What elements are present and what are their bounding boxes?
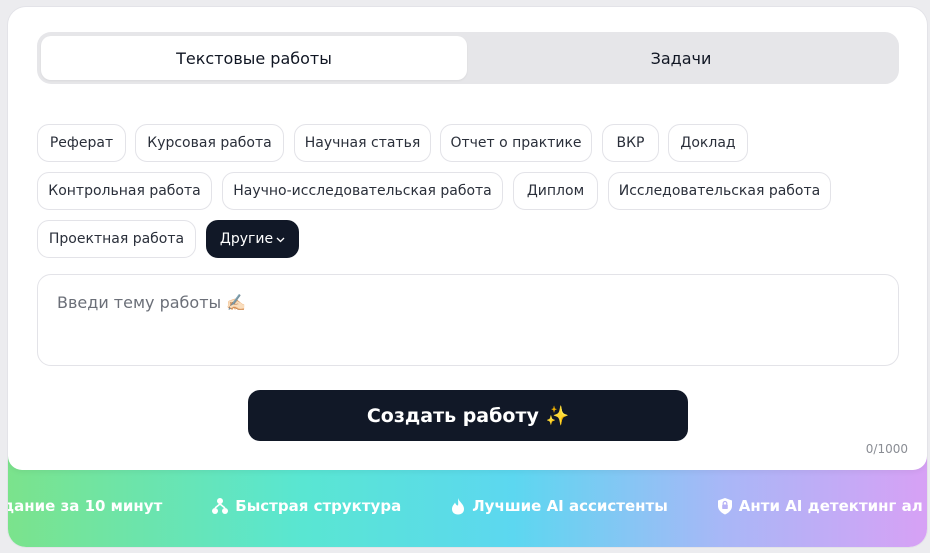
feature-label: Анти AI детектинг ал [738, 497, 923, 515]
feature-ai-assistants: Лучшие AI ассистенты [450, 497, 668, 515]
chevron-down-icon [276, 235, 285, 246]
feature-anti-ai: Анти AI детектинг ал [717, 497, 923, 515]
feature-fast-creation: дание за 10 минут [8, 497, 162, 515]
chip-referat[interactable]: Реферат [37, 124, 126, 162]
structure-icon [211, 497, 229, 515]
chip-coursework[interactable]: Курсовая работа [135, 124, 284, 162]
app-frame: дание за 10 минут Быстрая структура Лучш… [8, 7, 927, 547]
chip-investigative-work[interactable]: Исследовательская работа [608, 172, 831, 210]
fire-icon [450, 497, 466, 515]
feature-structure: Быстрая структура [211, 497, 401, 515]
chip-diploma[interactable]: Диплом [513, 172, 598, 210]
chip-report[interactable]: Доклад [668, 124, 748, 162]
shield-icon [717, 497, 733, 515]
feature-label: Лучшие AI ассистенты [472, 497, 668, 515]
topic-input[interactable] [57, 293, 877, 353]
chip-control-work[interactable]: Контрольная работа [37, 172, 212, 210]
chip-vkr[interactable]: ВКР [602, 124, 659, 162]
feature-label: дание за 10 минут [8, 497, 163, 515]
features-marquee: дание за 10 минут Быстрая структура Лучш… [8, 497, 927, 515]
chip-project-work[interactable]: Проектная работа [37, 220, 196, 258]
work-creation-card: Текстовые работы Задачи Реферат Курсовая… [8, 7, 927, 470]
topic-field [37, 274, 899, 366]
tab-tasks[interactable]: Задачи [467, 36, 895, 80]
chip-scientific-article[interactable]: Научная статья [294, 124, 431, 162]
create-work-button[interactable]: Создать работу ✨ [248, 390, 688, 441]
work-type-tabs: Текстовые работы Задачи [37, 32, 899, 84]
chip-other[interactable]: Другие [206, 220, 299, 258]
feature-label: Быстрая структура [235, 497, 402, 515]
tab-text-works[interactable]: Текстовые работы [41, 36, 467, 80]
char-counter: 0/1000 [865, 442, 908, 456]
chip-practice-report[interactable]: Отчет о практике [440, 124, 592, 162]
chip-research-work[interactable]: Научно-исследовательская работа [222, 172, 503, 210]
chip-other-label: Другие [219, 231, 274, 247]
